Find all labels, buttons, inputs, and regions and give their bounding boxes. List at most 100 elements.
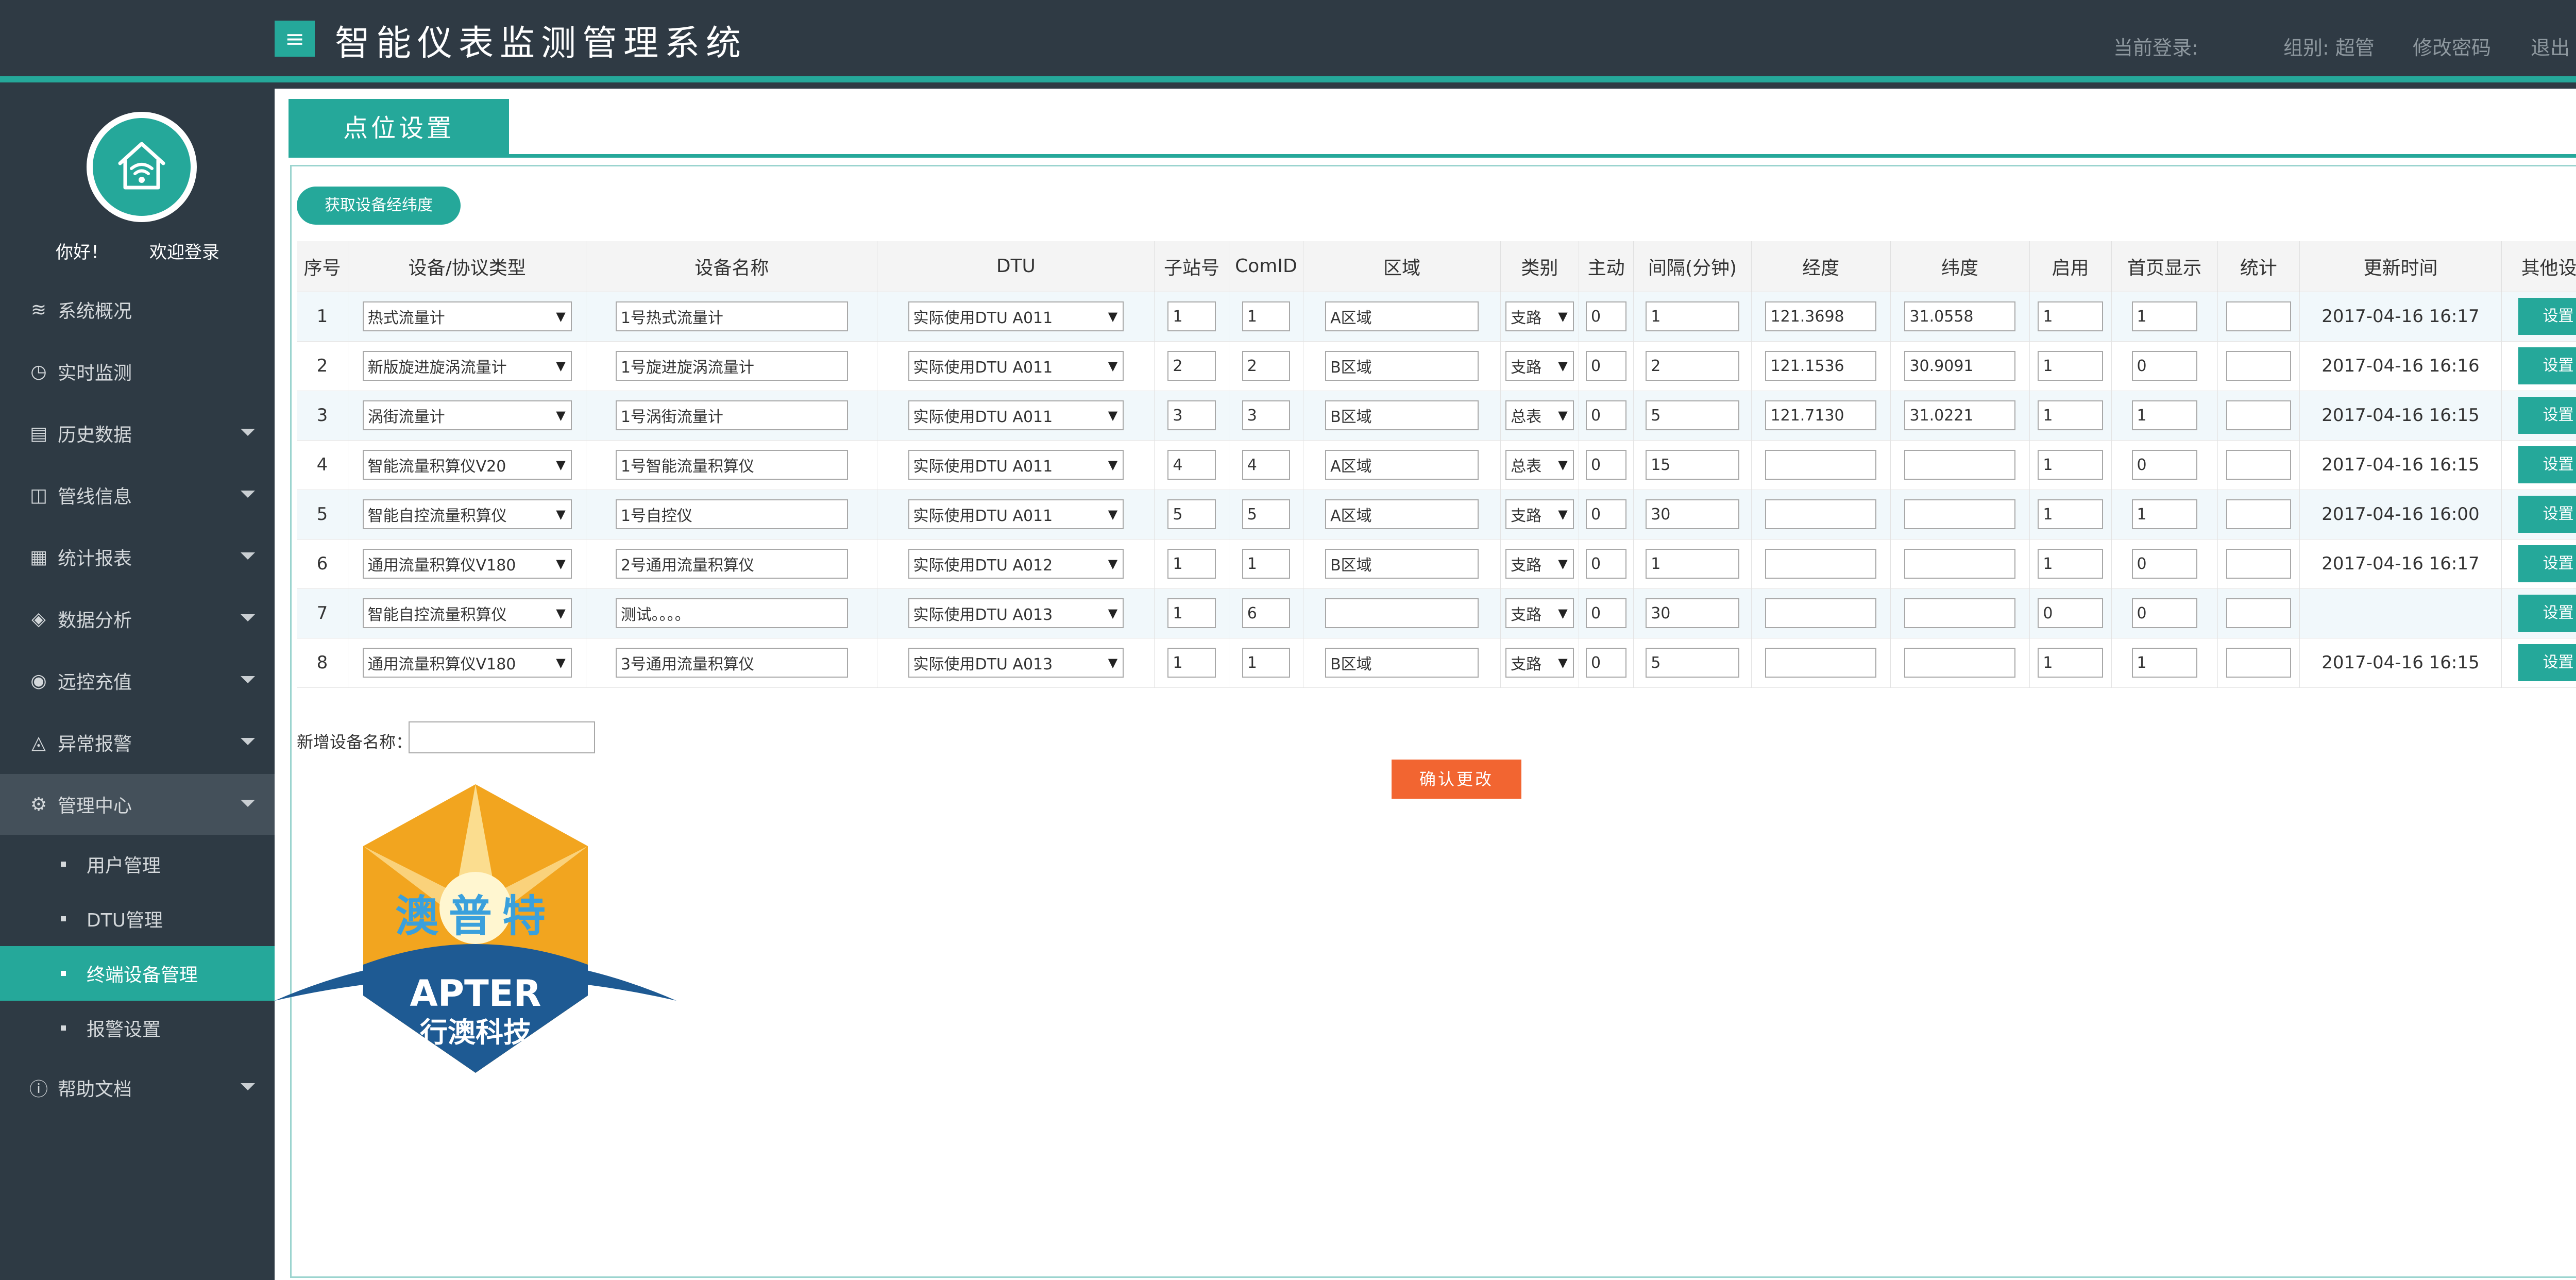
row-settings-button[interactable]: 设置	[2518, 446, 2576, 483]
row-settings-button[interactable]: 设置	[2518, 644, 2576, 681]
category-select[interactable]: 支路 ▼	[1505, 598, 1574, 628]
station-no-input[interactable]	[1167, 499, 1216, 529]
comid-input[interactable]	[1242, 499, 1290, 529]
sidebar-item-history-data[interactable]: ▤ 历史数据	[0, 403, 275, 464]
statistics-input[interactable]	[2226, 648, 2291, 678]
home-display-input[interactable]	[2131, 400, 2197, 430]
longitude-input[interactable]	[1765, 351, 1876, 381]
row-settings-button[interactable]: 设置	[2518, 496, 2576, 533]
sidebar-item-data-analysis[interactable]: ◈ 数据分析	[0, 588, 275, 649]
sidebar-item-alarm[interactable]: ◬ 异常报警	[0, 712, 275, 773]
device-name-input[interactable]	[615, 450, 849, 480]
sidebar-item-management-center[interactable]: ⚙ 管理中心	[0, 774, 275, 835]
device-name-input[interactable]	[615, 549, 849, 579]
comid-input[interactable]	[1242, 598, 1290, 628]
interval-input[interactable]	[1646, 450, 1739, 480]
longitude-input[interactable]	[1765, 648, 1876, 678]
interval-input[interactable]	[1646, 598, 1739, 628]
device-name-input[interactable]	[615, 351, 849, 381]
longitude-input[interactable]	[1765, 549, 1876, 579]
area-input[interactable]	[1325, 499, 1479, 529]
dtu-select[interactable]: 实际使用DTU A012 ▼	[908, 549, 1124, 579]
dtu-select[interactable]: 实际使用DTU A013 ▼	[908, 598, 1124, 628]
comid-input[interactable]	[1242, 648, 1290, 678]
category-select[interactable]: 支路 ▼	[1505, 351, 1574, 381]
home-display-input[interactable]	[2131, 549, 2197, 579]
sidebar-item-realtime-monitor[interactable]: ◷ 实时监测	[0, 341, 275, 402]
active-input[interactable]	[1585, 499, 1627, 529]
statistics-input[interactable]	[2226, 351, 2291, 381]
row-settings-button[interactable]: 设置	[2518, 397, 2576, 434]
longitude-input[interactable]	[1765, 450, 1876, 480]
active-input[interactable]	[1585, 450, 1627, 480]
sidebar-subitem-user-management[interactable]: 用户管理	[0, 837, 275, 891]
category-select[interactable]: 总表 ▼	[1505, 450, 1574, 480]
latitude-input[interactable]	[1904, 450, 2015, 480]
logout-link[interactable]: 退出	[2531, 32, 2570, 60]
interval-input[interactable]	[1646, 499, 1739, 529]
area-input[interactable]	[1325, 351, 1479, 381]
latitude-input[interactable]	[1904, 400, 2015, 430]
sidebar-item-system-overview[interactable]: ≋ 系统概况	[0, 279, 275, 340]
fetch-coordinates-button[interactable]: 获取设备经纬度	[297, 187, 461, 225]
change-password-link[interactable]: 修改密码	[2413, 32, 2491, 60]
enable-input[interactable]	[2038, 351, 2103, 381]
station-no-input[interactable]	[1167, 648, 1216, 678]
dtu-select[interactable]: 实际使用DTU A011 ▼	[908, 351, 1124, 381]
statistics-input[interactable]	[2226, 301, 2291, 331]
station-no-input[interactable]	[1167, 549, 1216, 579]
dtu-select[interactable]: 实际使用DTU A013 ▼	[908, 648, 1124, 678]
latitude-input[interactable]	[1904, 549, 2015, 579]
sidebar-subitem-dtu-management[interactable]: DTU管理	[0, 891, 275, 946]
category-select[interactable]: 支路 ▼	[1505, 499, 1574, 529]
device-type-select[interactable]: 新版旋进旋涡流量计 ▼	[362, 351, 572, 381]
home-display-input[interactable]	[2131, 598, 2197, 628]
active-input[interactable]	[1585, 301, 1627, 331]
home-display-input[interactable]	[2131, 301, 2197, 331]
latitude-input[interactable]	[1904, 351, 2015, 381]
row-settings-button[interactable]: 设置	[2518, 347, 2576, 384]
statistics-input[interactable]	[2226, 549, 2291, 579]
active-input[interactable]	[1585, 549, 1627, 579]
interval-input[interactable]	[1646, 648, 1739, 678]
area-input[interactable]	[1325, 301, 1479, 331]
station-no-input[interactable]	[1167, 301, 1216, 331]
longitude-input[interactable]	[1765, 301, 1876, 331]
latitude-input[interactable]	[1904, 598, 2015, 628]
station-no-input[interactable]	[1167, 450, 1216, 480]
latitude-input[interactable]	[1904, 648, 2015, 678]
device-type-select[interactable]: 通用流量积算仪V180 ▼	[362, 648, 572, 678]
enable-input[interactable]	[2038, 301, 2103, 331]
interval-input[interactable]	[1646, 301, 1739, 331]
device-type-select[interactable]: 智能自控流量积算仪 ▼	[362, 598, 572, 628]
device-type-select[interactable]: 通用流量积算仪V180 ▼	[362, 549, 572, 579]
sidebar-subitem-terminal-device-management[interactable]: 终端设备管理	[0, 946, 275, 1001]
dtu-select[interactable]: 实际使用DTU A011 ▼	[908, 499, 1124, 529]
tab-point-settings[interactable]: 点位设置	[289, 99, 509, 158]
statistics-input[interactable]	[2226, 400, 2291, 430]
dtu-select[interactable]: 实际使用DTU A011 ▼	[908, 301, 1124, 331]
category-select[interactable]: 支路 ▼	[1505, 301, 1574, 331]
category-select[interactable]: 总表 ▼	[1505, 400, 1574, 430]
dtu-select[interactable]: 实际使用DTU A011 ▼	[908, 450, 1124, 480]
enable-input[interactable]	[2038, 400, 2103, 430]
latitude-input[interactable]	[1904, 301, 2015, 331]
comid-input[interactable]	[1242, 301, 1290, 331]
active-input[interactable]	[1585, 400, 1627, 430]
interval-input[interactable]	[1646, 549, 1739, 579]
device-type-select[interactable]: 涡街流量计 ▼	[362, 400, 572, 430]
comid-input[interactable]	[1242, 351, 1290, 381]
device-name-input[interactable]	[615, 598, 849, 628]
category-select[interactable]: 支路 ▼	[1505, 549, 1574, 579]
device-type-select[interactable]: 智能流量积算仪V20 ▼	[362, 450, 572, 480]
area-input[interactable]	[1325, 648, 1479, 678]
enable-input[interactable]	[2038, 549, 2103, 579]
device-type-select[interactable]: 热式流量计 ▼	[362, 301, 572, 331]
sidebar-item-pipeline-info[interactable]: ◫ 管线信息	[0, 465, 275, 526]
home-display-input[interactable]	[2131, 648, 2197, 678]
station-no-input[interactable]	[1167, 598, 1216, 628]
row-settings-button[interactable]: 设置	[2518, 595, 2576, 632]
statistics-input[interactable]	[2226, 450, 2291, 480]
longitude-input[interactable]	[1765, 400, 1876, 430]
enable-input[interactable]	[2038, 598, 2103, 628]
